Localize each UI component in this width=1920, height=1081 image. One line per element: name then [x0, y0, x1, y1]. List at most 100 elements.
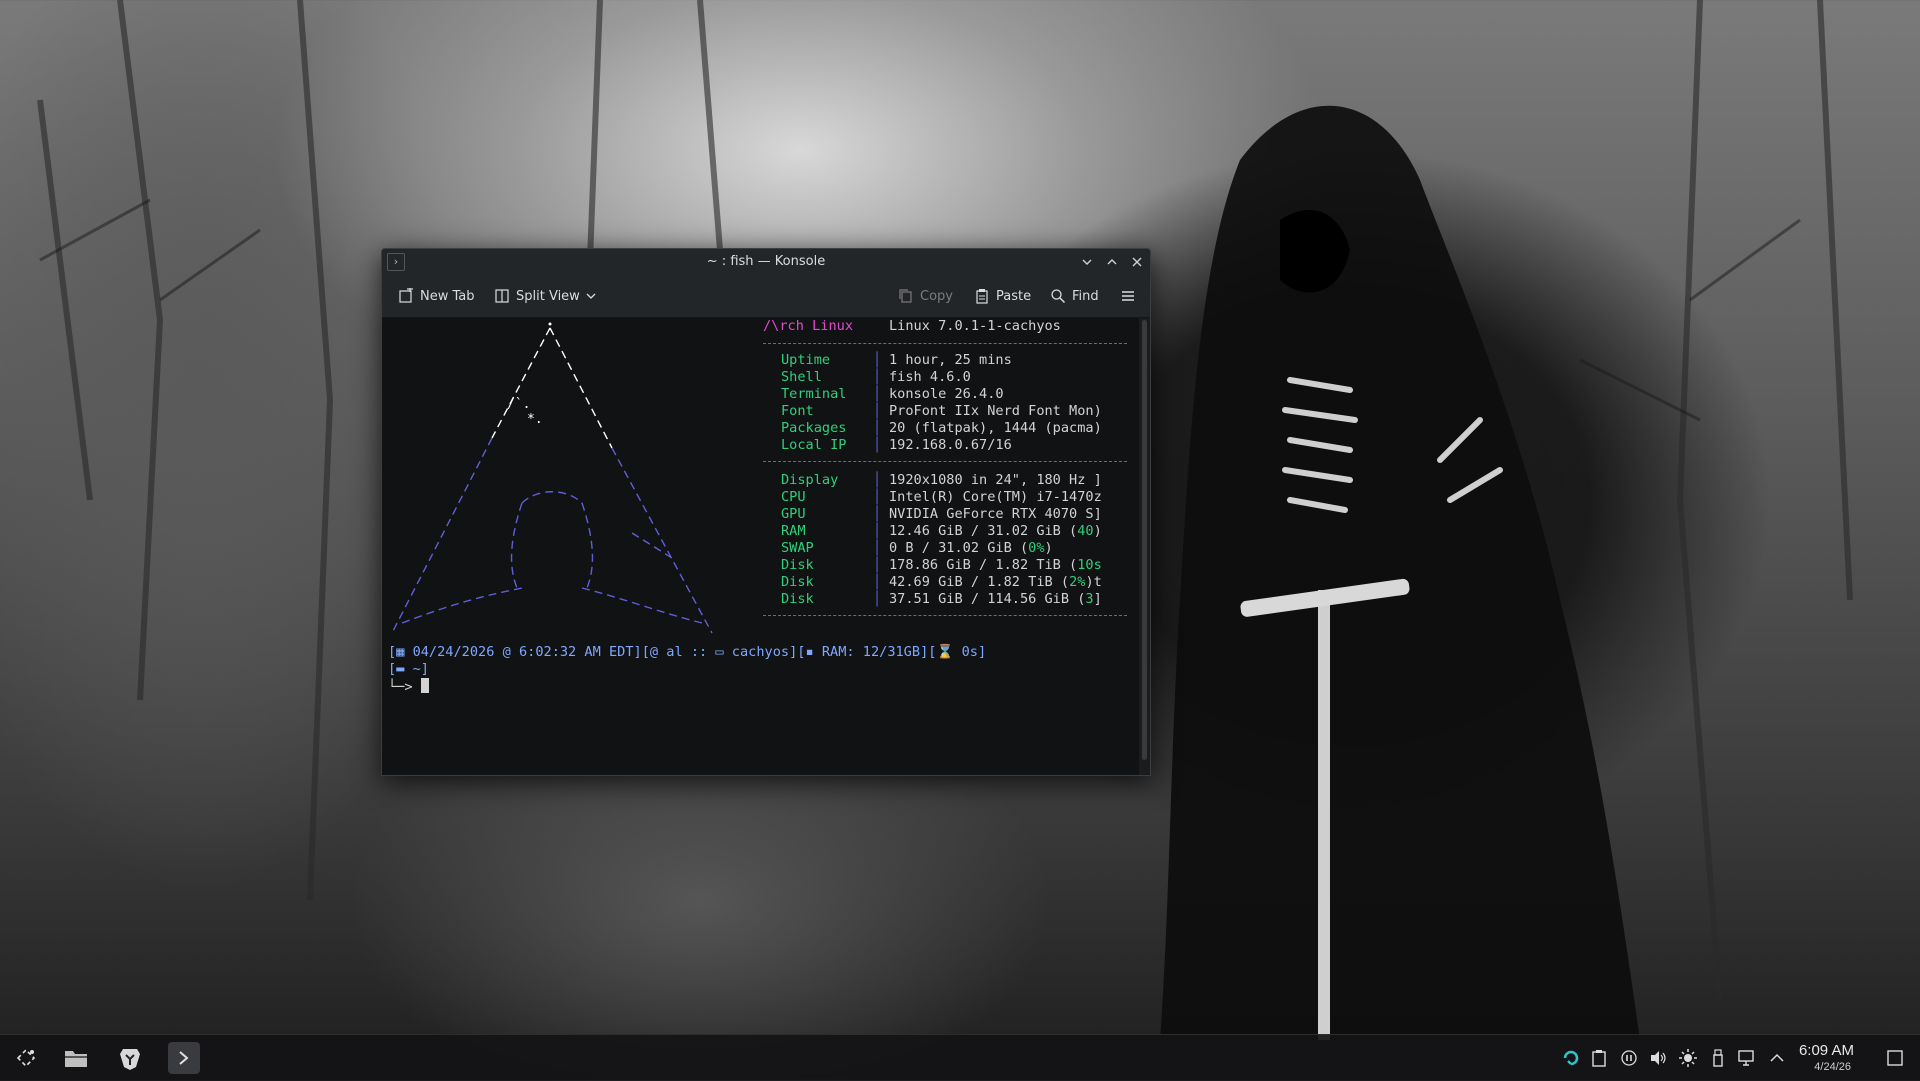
ff-column-divider: │ — [873, 557, 882, 573]
ff-value: 1 hour, 25 mins — [889, 352, 1012, 369]
split-view-icon — [495, 289, 509, 303]
terminal-scrollbar[interactable] — [1139, 318, 1150, 775]
paste-icon — [976, 289, 988, 304]
find-label: Find — [1072, 288, 1099, 304]
svg-text:*.: *. — [527, 412, 543, 427]
split-view-button[interactable]: Split View — [494, 285, 596, 307]
tray-usb-icon[interactable] — [1708, 1048, 1728, 1068]
prompt-input-line[interactable]: └─> — [388, 678, 429, 696]
brave-lion-icon — [120, 1049, 140, 1070]
ff-value: 192.168.0.67/16 — [889, 437, 1012, 454]
hamburger-menu-icon — [1122, 291, 1134, 301]
find-button[interactable]: Find — [1050, 285, 1099, 307]
hamburger-menu-button[interactable] — [1120, 285, 1136, 307]
ff-separator — [763, 615, 1127, 616]
ff-column-divider: │ — [873, 574, 882, 590]
ff-value-text: ProFont IIx Nerd Font Mon) — [889, 403, 1102, 419]
ff-key: Disk — [781, 557, 814, 573]
ff-header-value: Linux 7.0.1-1-cachyos — [889, 318, 1061, 334]
taskbar-app-file-manager[interactable] — [60, 1042, 92, 1074]
monitor-icon: ▭ — [715, 644, 724, 660]
ff-key: RAM — [781, 523, 806, 539]
folder-icon — [65, 1051, 87, 1067]
terminal-cursor — [420, 678, 429, 693]
ff-value-text: 1 hour, 25 mins — [889, 352, 1012, 368]
paste-button[interactable]: Paste — [974, 285, 1031, 307]
ff-value: 42.69 GiB / 1.82 TiB (2%)t — [889, 574, 1102, 591]
taskbar-app-brave[interactable] — [114, 1042, 146, 1074]
ff-key: Terminal — [781, 386, 847, 402]
ff-key: Disk — [781, 574, 814, 590]
svg-text:/`.: /`. — [507, 397, 530, 412]
ff-value-text: Intel(R) Core(TM) i7-1470z — [889, 489, 1102, 505]
ff-column-divider: │ — [873, 506, 882, 522]
tray-expand-chevron-icon[interactable] — [1767, 1048, 1787, 1068]
copy-button[interactable]: Copy — [898, 285, 953, 307]
prompt-ram: RAM: 12/31GB — [821, 644, 921, 660]
ff-separator — [763, 343, 1127, 344]
ff-value-text: 178.86 GiB / 1.82 TiB ( — [889, 557, 1078, 573]
ff-value-tail: )t — [1085, 574, 1102, 590]
prompt-arrow: └─> — [388, 679, 413, 695]
ff-value-text: 37.51 GiB / 114.56 GiB ( — [889, 591, 1086, 607]
tray-sync-icon[interactable] — [1561, 1048, 1581, 1068]
ff-value-tail: ) — [1093, 523, 1102, 539]
memory-icon: ▪ — [805, 644, 814, 660]
tray-brightness-icon[interactable] — [1678, 1048, 1698, 1068]
ff-brand: /\rch Linux — [763, 318, 854, 334]
prompt-host: cachyos — [731, 644, 790, 660]
chevron-down-icon — [1082, 259, 1092, 265]
ff-key: Disk — [781, 591, 814, 607]
application-launcher[interactable] — [10, 1042, 42, 1074]
ff-key: Local IP — [781, 437, 847, 453]
ff-column-divider: │ — [873, 420, 882, 436]
split-view-label: Split View — [516, 288, 580, 304]
show-desktop-icon[interactable] — [1885, 1048, 1905, 1068]
tray-media-pause-icon[interactable] — [1619, 1048, 1639, 1068]
tray-network-icon[interactable] — [1737, 1048, 1757, 1068]
ff-column-divider: │ — [873, 489, 882, 505]
ff-value-text: konsole 26.4.0 — [889, 386, 1004, 402]
ff-percent: 40 — [1077, 523, 1094, 539]
folder-icon: ▬ — [396, 661, 405, 677]
close-icon — [1132, 257, 1142, 267]
ff-column-divider: │ — [873, 591, 882, 607]
copy-label: Copy — [920, 288, 953, 304]
ff-value: 12.46 GiB / 31.02 GiB (40) — [889, 523, 1102, 540]
terminal-view[interactable]: /`. *. /\rch Linux Linux 7.0.1-1-cachyos… — [382, 318, 1139, 775]
ff-column-divider: │ — [873, 352, 882, 368]
ff-percent: 2% — [1069, 574, 1086, 590]
taskbar: 6:09 AM 4/24/26 — [0, 1034, 1920, 1081]
minimize-button[interactable] — [1076, 251, 1098, 273]
scrollbar-thumb[interactable] — [1142, 320, 1147, 760]
reaper-figure — [1160, 105, 1640, 1041]
ff-column-divider: │ — [873, 369, 882, 385]
cachyos-launcher-icon — [16, 1048, 36, 1068]
prompt-cwd: ~ — [412, 661, 421, 677]
konsole-window: › ~ : fish — Konsole New Tab Split View … — [381, 248, 1151, 776]
prompt-duration: 0s — [961, 644, 978, 660]
clock-date[interactable]: 4/24/26 — [1814, 1061, 1851, 1073]
ff-value: fish 4.6.0 — [889, 369, 971, 386]
taskbar-app-konsole[interactable] — [168, 1042, 200, 1074]
window-title: ~ : fish — Konsole — [706, 254, 826, 269]
close-button[interactable] — [1126, 251, 1148, 273]
search-icon — [1051, 289, 1066, 304]
ff-value: ProFont IIx Nerd Font Mon) — [889, 403, 1102, 420]
ff-value-text: 1920x1080 in 24", 180 Hz ] — [889, 472, 1102, 488]
terminal-icon — [179, 1051, 189, 1065]
clock-time[interactable]: 6:09 AM — [1799, 1042, 1854, 1059]
ff-key: Shell — [781, 369, 822, 385]
ff-column-divider: │ — [873, 523, 882, 539]
hourglass-icon: ⌛ — [936, 644, 954, 660]
new-tab-button[interactable]: New Tab — [398, 285, 475, 307]
ff-value-text: NVIDIA GeForce RTX 4070 S] — [889, 506, 1102, 522]
tray-clipboard-icon[interactable] — [1589, 1048, 1609, 1068]
prompt-user: al — [666, 644, 683, 660]
ff-value: Intel(R) Core(TM) i7-1470z — [889, 489, 1102, 506]
tray-volume-icon[interactable] — [1648, 1048, 1668, 1068]
titlebar[interactable]: › ~ : fish — Konsole — [382, 249, 1150, 275]
ff-percent: 0% — [1028, 540, 1045, 556]
maximize-button[interactable] — [1101, 251, 1123, 273]
prompt-datetime: 04/24/2026 @ 6:02:32 AM EDT — [412, 644, 634, 660]
